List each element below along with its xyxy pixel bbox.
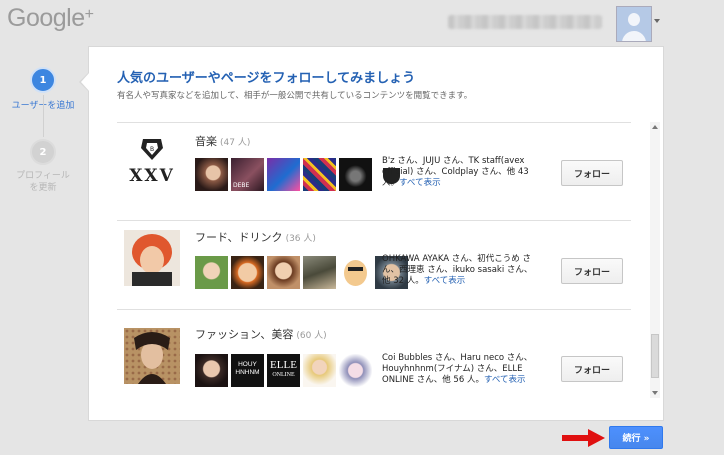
thumbnail[interactable] [195, 158, 228, 191]
scrollbar-thumb[interactable] [651, 334, 659, 378]
follow-button[interactable]: フォロー [561, 160, 623, 186]
arrow-right-icon [562, 429, 605, 447]
category-count: (36 人) [285, 234, 316, 244]
member-thumbnails: HOUY HNHNM ELLE ONLINE [195, 354, 372, 387]
thumbnail[interactable] [195, 354, 228, 387]
follow-button[interactable]: フォロー [561, 258, 623, 284]
list-item-fashion: ファッション、美容 (60 人) HOUY HNHNM ELLE ONLINE Coi… [117, 309, 631, 399]
user-name-redacted [448, 15, 602, 29]
category-description: Coi Bubbles さん、Haru neco さん、Houyhnhnm(フイ… [382, 353, 533, 385]
step-number: 1 [30, 67, 56, 93]
scroll-up-icon[interactable] [652, 125, 658, 129]
music-category-image: B XXV [124, 136, 180, 186]
step-number: 2 [30, 139, 56, 165]
category-list: B XXV 音楽 (47 人) DEBE B'z さん、JUJU さん、TK st… [117, 122, 631, 399]
thumbnail[interactable] [303, 256, 336, 289]
category-count: (60 人) [296, 331, 327, 341]
show-all-link[interactable]: すべて表示 [484, 375, 526, 385]
step-update-profile: 2 プロフィールを更新 [3, 139, 83, 194]
food-category-image [124, 230, 180, 286]
list-item-music: B XXV 音楽 (47 人) DEBE B'z さん、JUJU さん、TK st… [117, 123, 631, 221]
category-description: B'z さん、JUJU さん、TK staff(avex official) さ… [382, 156, 529, 188]
svg-text:XXV: XXV [129, 166, 175, 186]
thumbnail[interactable] [339, 256, 372, 289]
scrollbar[interactable] [650, 122, 660, 398]
step-label: プロフィールを更新 [16, 171, 70, 193]
category-description: OHKAWA AYAKA さん、初代こうめ さん、西理恵 さん、ikuko sa… [382, 254, 533, 286]
category-name: ファッション、美容 [195, 328, 294, 341]
thumbnail[interactable] [339, 158, 372, 191]
member-thumbnails [195, 256, 408, 289]
thumbnail[interactable] [303, 354, 336, 387]
thumbnail[interactable] [267, 256, 300, 289]
google-plus-logo[interactable]: Google+ [7, 4, 94, 33]
step-connector [43, 95, 44, 137]
category-count: (47 人) [220, 138, 251, 148]
thumbnail[interactable]: ELLE ONLINE [267, 354, 300, 387]
show-all-link[interactable]: すべて表示 [399, 178, 441, 188]
thumbnail[interactable] [231, 256, 264, 289]
page-title: 人気のユーザーやページをフォローしてみましょう [117, 71, 416, 86]
follow-button[interactable]: フォロー [561, 356, 623, 382]
thumbnail[interactable] [303, 158, 336, 191]
category-name: 音楽 [195, 135, 217, 148]
avatar[interactable] [616, 6, 652, 42]
continue-button[interactable]: 続行 » [609, 426, 663, 449]
chevron-down-icon[interactable] [654, 19, 660, 23]
fashion-category-image [124, 328, 180, 384]
thumbnail[interactable] [195, 256, 228, 289]
member-thumbnails: DEBE [195, 158, 408, 191]
list-item-food: フード、ドリンク (36 人) OHKAWA AYAKA さん、初代こうめ さん、… [117, 212, 631, 310]
thumbnail[interactable]: DEBE [231, 158, 264, 191]
page-subtitle: 有名人や写真家などを追加して、相手が一般公開で共有しているコンテンツを閲覧できま… [117, 91, 473, 101]
scroll-down-icon[interactable] [652, 391, 658, 395]
thumbnail[interactable]: HOUY HNHNM [231, 354, 264, 387]
thumbnail[interactable] [339, 354, 372, 387]
category-name: フード、ドリンク [195, 231, 283, 244]
show-all-link[interactable]: すべて表示 [424, 276, 466, 286]
svg-text:B: B [150, 146, 154, 153]
thumbnail[interactable] [267, 158, 300, 191]
